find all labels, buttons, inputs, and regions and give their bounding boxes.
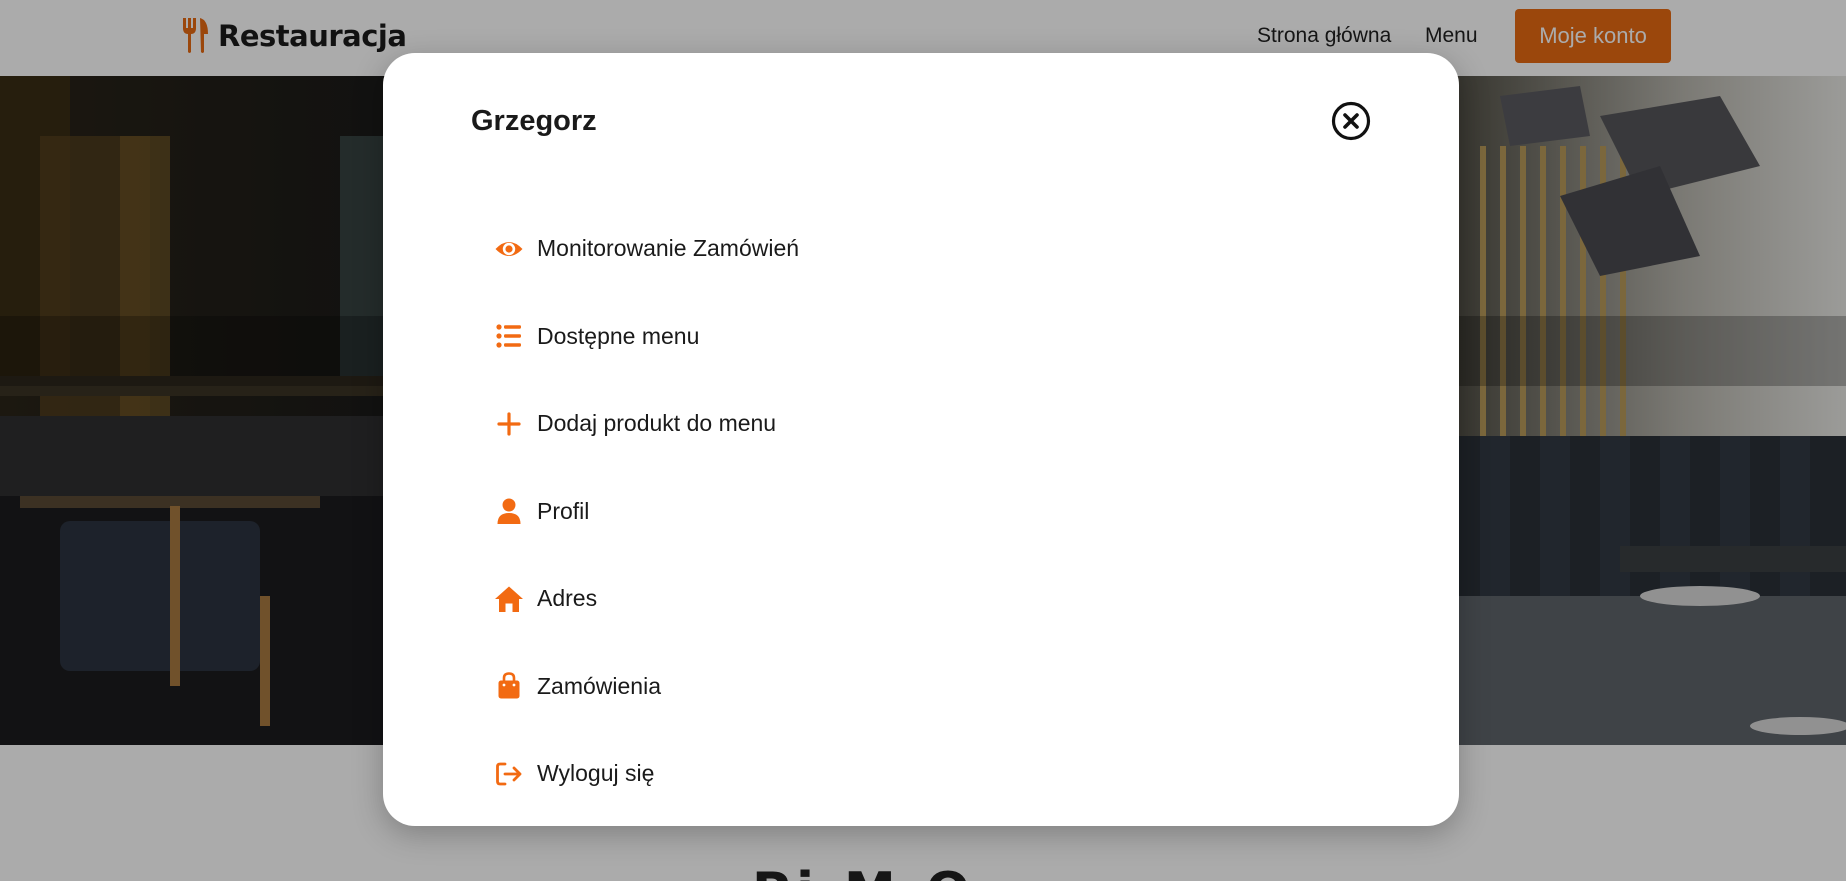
menu-item-label: Dodaj produkt do menu [537,410,777,437]
menu-item-label: Dostępne menu [537,322,700,349]
menu-item-available-menu[interactable]: Dostępne menu [493,293,1293,381]
menu-item-label: Adres [537,585,598,612]
shopping-bag-icon [493,670,525,702]
menu-item-label: Profil [537,497,590,524]
plus-icon [493,408,525,440]
eye-icon [493,233,525,265]
menu-item-label: Wyloguj się [537,760,655,787]
close-button[interactable] [1331,101,1371,141]
close-circle-icon [1331,101,1371,141]
menu-item-order-monitoring[interactable]: Monitorowanie Zamówień [493,205,1293,293]
menu-item-address[interactable]: Adres [493,555,1293,643]
menu-item-label: Zamówienia [537,672,661,699]
menu-item-profile[interactable]: Profil [493,468,1293,556]
menu-item-add-product[interactable]: Dodaj produkt do menu [493,380,1293,468]
account-menu: Monitorowanie Zamówień Dostępne menu Dod… [493,205,1293,818]
list-icon [493,320,525,352]
menu-item-orders[interactable]: Zamówienia [493,643,1293,731]
home-icon [493,583,525,615]
menu-item-logout[interactable]: Wyloguj się [493,730,1293,818]
user-icon [493,495,525,527]
menu-item-label: Monitorowanie Zamówień [537,235,800,262]
account-menu-modal: Grzegorz Monitorowanie Zamówień Dostępne… [383,53,1459,826]
logout-icon [493,758,525,790]
modal-title: Grzegorz [471,105,597,137]
